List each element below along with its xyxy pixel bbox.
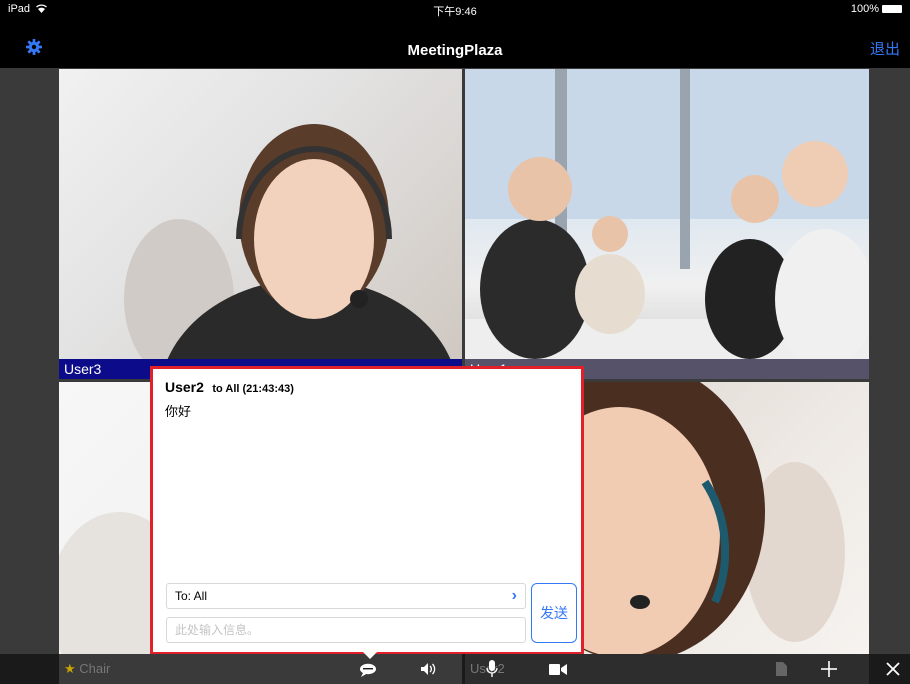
exit-button[interactable]: 退出 [870, 38, 900, 59]
star-icon: ★ [64, 661, 76, 676]
chat-message-text: 你好 [165, 404, 192, 419]
toolbar-left-panel [59, 654, 462, 684]
camera-icon[interactable] [549, 664, 567, 675]
chat-bubble-icon[interactable] [359, 663, 377, 677]
microphone-icon[interactable] [486, 660, 498, 678]
chevron-right-icon: › [511, 587, 517, 604]
chair-indicator: ★ Chair [64, 661, 110, 677]
app-title: MeetingPlaza [407, 42, 503, 59]
participant-video-user3 [124, 124, 457, 379]
video-tile-user3[interactable]: User3 [59, 69, 462, 379]
chat-sender: User2 [165, 379, 204, 395]
chat-meta: to All (21:43:43) [212, 383, 294, 395]
chat-pointer-caret [363, 652, 377, 659]
chat-message: User2 to All (21:43:43) 你好 [165, 379, 294, 420]
speaker-icon[interactable] [421, 663, 437, 675]
battery-icon [882, 5, 902, 13]
battery-percent: 100% [850, 3, 879, 15]
recipient-selector[interactable]: To: All › [166, 583, 526, 609]
participant-video-user1 [465, 69, 869, 379]
status-bar: iPad 下午9:46 100% [0, 0, 910, 18]
chair-label: Chair [79, 661, 111, 676]
chat-panel[interactable]: User2 to All (21:43:43) 你好 To: All › 发送 [150, 366, 584, 655]
message-input[interactable] [166, 617, 526, 643]
send-button[interactable]: 发送 [531, 583, 577, 643]
status-time: 下午9:46 [433, 6, 477, 18]
plus-icon[interactable] [821, 661, 837, 677]
close-icon[interactable] [886, 662, 900, 676]
toolbar-right-panel [465, 654, 869, 684]
status-right: 100% [851, 3, 902, 15]
document-icon[interactable] [776, 662, 787, 676]
bottom-toolbar: ★ Chair User2 [0, 654, 910, 684]
recipient-label: To: All [175, 589, 208, 603]
nav-bar: MeetingPlaza 退出 [0, 18, 910, 68]
video-tile-user1[interactable]: User1 [465, 69, 869, 379]
